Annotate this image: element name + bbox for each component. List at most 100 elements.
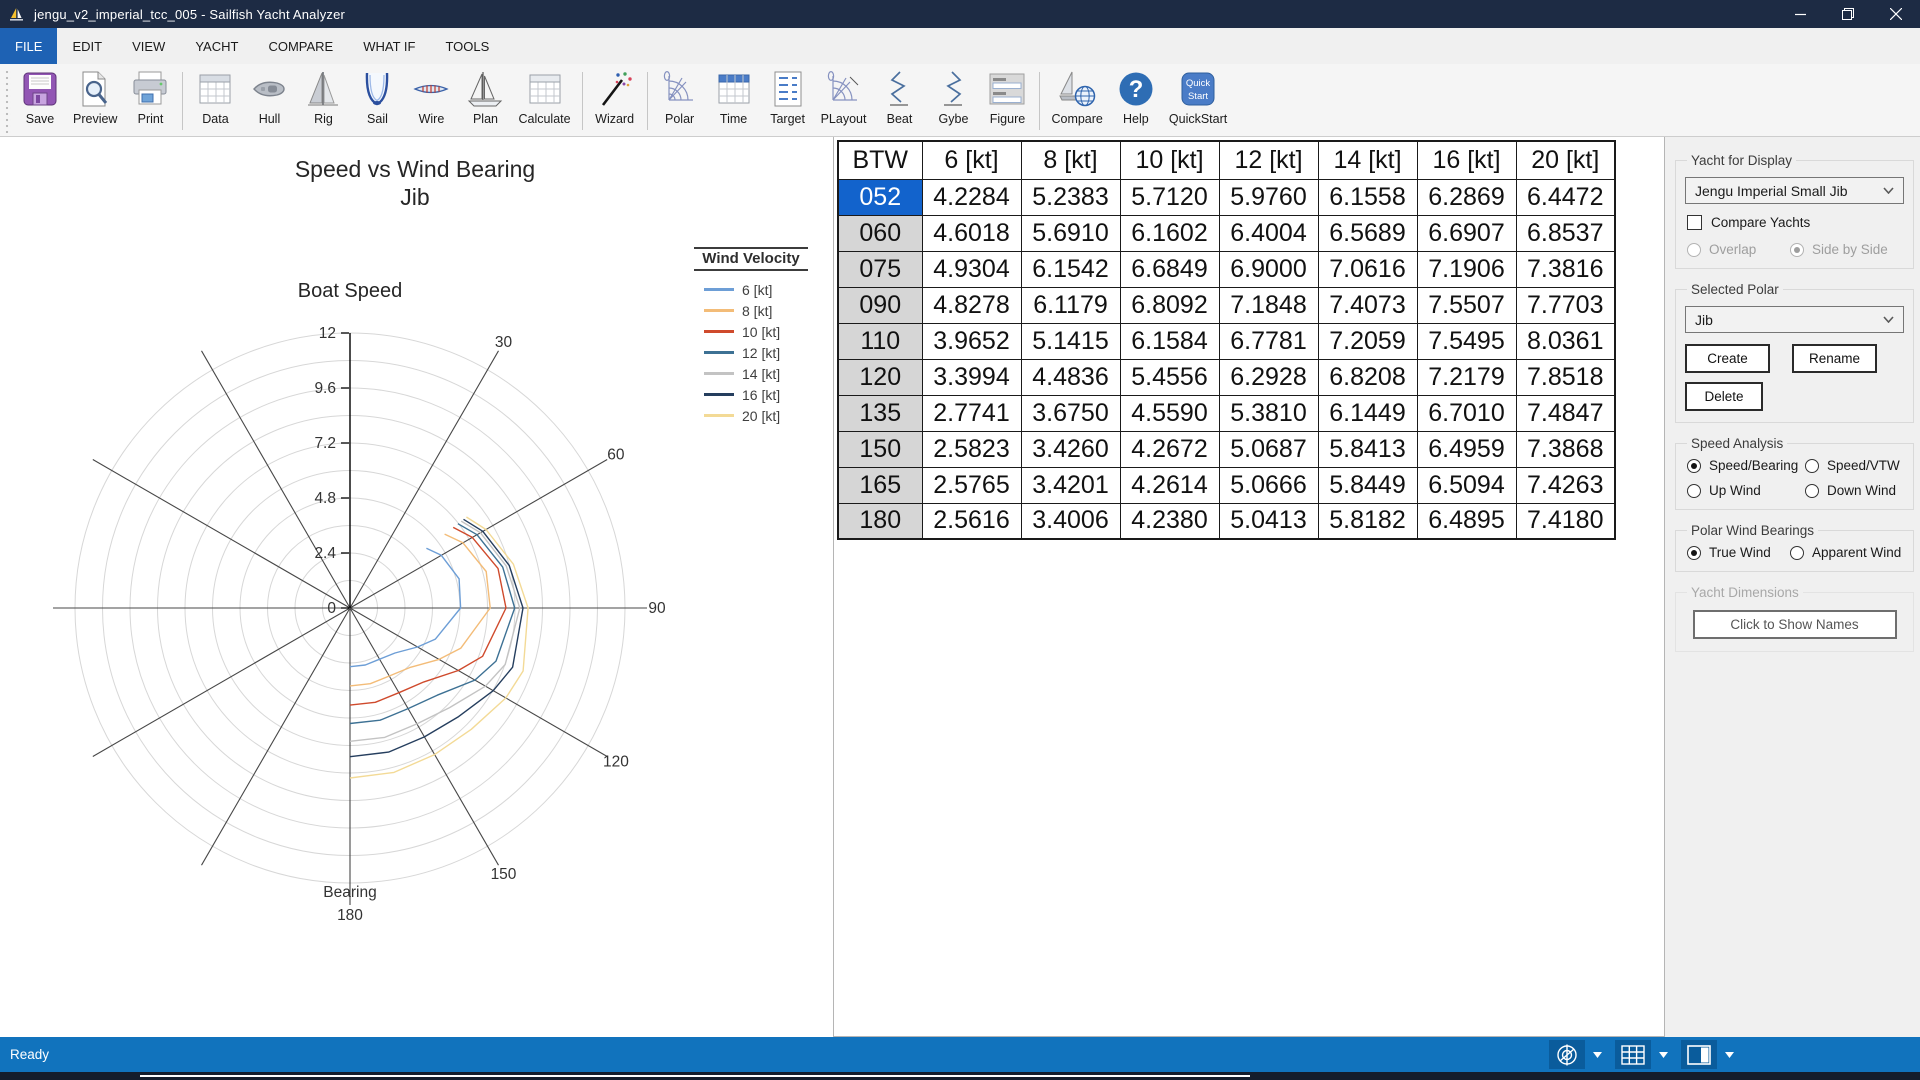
table-cell[interactable]: 6.4895 — [1417, 503, 1516, 539]
table-cell[interactable]: 2.5823 — [922, 431, 1021, 467]
table-cell[interactable]: 6.1179 — [1021, 287, 1120, 323]
table-row-header[interactable]: 120 — [838, 359, 922, 395]
side-by-side-radio[interactable] — [1790, 243, 1804, 257]
toolbar-print-button[interactable]: Print — [123, 67, 177, 127]
table-cell[interactable]: 4.2380 — [1120, 503, 1219, 539]
table-cell[interactable]: 7.1906 — [1417, 251, 1516, 287]
table-cell[interactable]: 5.0687 — [1219, 431, 1318, 467]
table-row-header[interactable]: 135 — [838, 395, 922, 431]
table-cell[interactable]: 5.8182 — [1318, 503, 1417, 539]
table-cell[interactable]: 2.7741 — [922, 395, 1021, 431]
compare-yachts-checkbox[interactable] — [1687, 215, 1702, 230]
table-cell[interactable]: 6.9000 — [1219, 251, 1318, 287]
table-cell[interactable]: 6.4959 — [1417, 431, 1516, 467]
overlap-radio[interactable] — [1687, 243, 1701, 257]
grid-view-dropdown-caret[interactable] — [1659, 1052, 1668, 1058]
table-cell[interactable]: 6.6907 — [1417, 215, 1516, 251]
table-cell[interactable]: 3.6750 — [1021, 395, 1120, 431]
menu-view[interactable]: VIEW — [117, 28, 180, 64]
toolbar-preview-button[interactable]: Preview — [67, 67, 123, 127]
toolbar-polar-button[interactable]: Polar — [653, 67, 707, 127]
side-by-side-radio-item[interactable]: Side by Side — [1790, 242, 1904, 257]
table-cell[interactable]: 3.4006 — [1021, 503, 1120, 539]
table-cell[interactable]: 3.4260 — [1021, 431, 1120, 467]
table-row-header[interactable]: 110 — [838, 323, 922, 359]
table-cell[interactable]: 7.3816 — [1516, 251, 1615, 287]
table-cell[interactable]: 6.1449 — [1318, 395, 1417, 431]
table-cell[interactable]: 7.7703 — [1516, 287, 1615, 323]
toolbar-compare-button[interactable]: Compare — [1045, 67, 1108, 127]
speed-bearing-radio[interactable] — [1687, 459, 1701, 473]
table-cell[interactable]: 5.7120 — [1120, 179, 1219, 215]
table-cell[interactable]: 5.9760 — [1219, 179, 1318, 215]
up-wind-radio[interactable] — [1687, 484, 1701, 498]
table-cell[interactable]: 4.4836 — [1021, 359, 1120, 395]
toolbar-target-button[interactable]: Target — [761, 67, 815, 127]
toolbar-grip[interactable] — [3, 71, 11, 133]
table-cell[interactable]: 6.1542 — [1021, 251, 1120, 287]
speed-bearing-radio-item[interactable]: Speed/Bearing — [1687, 458, 1805, 473]
table-cell[interactable]: 4.2614 — [1120, 467, 1219, 503]
table-row-header[interactable]: 060 — [838, 215, 922, 251]
table-cell[interactable]: 6.6849 — [1120, 251, 1219, 287]
table-row-header[interactable]: 180 — [838, 503, 922, 539]
menu-file[interactable]: FILE — [0, 28, 57, 64]
table-cell[interactable]: 6.8208 — [1318, 359, 1417, 395]
table-cell[interactable]: 7.4263 — [1516, 467, 1615, 503]
menu-tools[interactable]: TOOLS — [430, 28, 504, 64]
toolbar-figure-button[interactable]: Figure — [980, 67, 1034, 127]
table-row-header[interactable]: 150 — [838, 431, 922, 467]
table-cell[interactable]: 6.2869 — [1417, 179, 1516, 215]
split-view-dropdown-caret[interactable] — [1725, 1052, 1734, 1058]
table-row-header[interactable]: 052 — [838, 179, 922, 215]
show-names-button[interactable]: Click to Show Names — [1693, 610, 1897, 639]
toolbar-save-button[interactable]: Save — [13, 67, 67, 127]
selected-polar-dropdown[interactable]: Jib — [1685, 306, 1904, 333]
table-cell[interactable]: 7.4073 — [1318, 287, 1417, 323]
menu-edit[interactable]: EDIT — [57, 28, 117, 64]
table-cell[interactable]: 4.8278 — [922, 287, 1021, 323]
table-cell[interactable]: 7.2179 — [1417, 359, 1516, 395]
table-cell[interactable]: 4.6018 — [922, 215, 1021, 251]
table-cell[interactable]: 3.4201 — [1021, 467, 1120, 503]
yacht-for-display-dropdown[interactable]: Jengu Imperial Small Jib — [1685, 177, 1904, 204]
table-cell[interactable]: 7.4180 — [1516, 503, 1615, 539]
table-row-header[interactable]: 165 — [838, 467, 922, 503]
toolbar-plan-button[interactable]: Plan — [458, 67, 512, 127]
table-cell[interactable]: 7.8518 — [1516, 359, 1615, 395]
table-cell[interactable]: 4.9304 — [922, 251, 1021, 287]
table-cell[interactable]: 5.4556 — [1120, 359, 1219, 395]
table-cell[interactable]: 6.7010 — [1417, 395, 1516, 431]
table-cell[interactable]: 2.5765 — [922, 467, 1021, 503]
toolbar-sail-button[interactable]: Sail — [350, 67, 404, 127]
toolbar-playout-button[interactable]: PLayout — [815, 67, 873, 127]
table-cell[interactable]: 6.5689 — [1318, 215, 1417, 251]
toolbar-help-button[interactable]: ? Help — [1109, 67, 1163, 127]
minimize-button[interactable] — [1776, 0, 1824, 28]
table-cell[interactable]: 6.1602 — [1120, 215, 1219, 251]
table-cell[interactable]: 7.3868 — [1516, 431, 1615, 467]
toolbar-wizard-button[interactable]: Wizard — [588, 67, 642, 127]
table-cell[interactable]: 6.4004 — [1219, 215, 1318, 251]
restore-button[interactable] — [1824, 0, 1872, 28]
close-button[interactable] — [1872, 0, 1920, 28]
polar-view-button[interactable] — [1549, 1040, 1585, 1069]
speed-vtw-radio-item[interactable]: Speed/VTW — [1805, 458, 1904, 473]
table-cell[interactable]: 6.7781 — [1219, 323, 1318, 359]
toolbar-hull-button[interactable]: Hull — [242, 67, 296, 127]
table-cell[interactable]: 7.1848 — [1219, 287, 1318, 323]
table-cell[interactable]: 4.5590 — [1120, 395, 1219, 431]
split-view-button[interactable] — [1681, 1040, 1717, 1069]
table-cell[interactable]: 6.1584 — [1120, 323, 1219, 359]
menu-compare[interactable]: COMPARE — [253, 28, 348, 64]
table-cell[interactable]: 6.1558 — [1318, 179, 1417, 215]
table-cell[interactable]: 5.0413 — [1219, 503, 1318, 539]
table-cell[interactable]: 7.5507 — [1417, 287, 1516, 323]
table-cell[interactable]: 6.8537 — [1516, 215, 1615, 251]
toolbar-gybe-button[interactable]: Gybe — [926, 67, 980, 127]
toolbar-rig-button[interactable]: Rig — [296, 67, 350, 127]
create-button[interactable]: Create — [1685, 344, 1770, 373]
table-cell[interactable]: 6.2928 — [1219, 359, 1318, 395]
polar-view-dropdown-caret[interactable] — [1593, 1052, 1602, 1058]
table-cell[interactable]: 5.6910 — [1021, 215, 1120, 251]
